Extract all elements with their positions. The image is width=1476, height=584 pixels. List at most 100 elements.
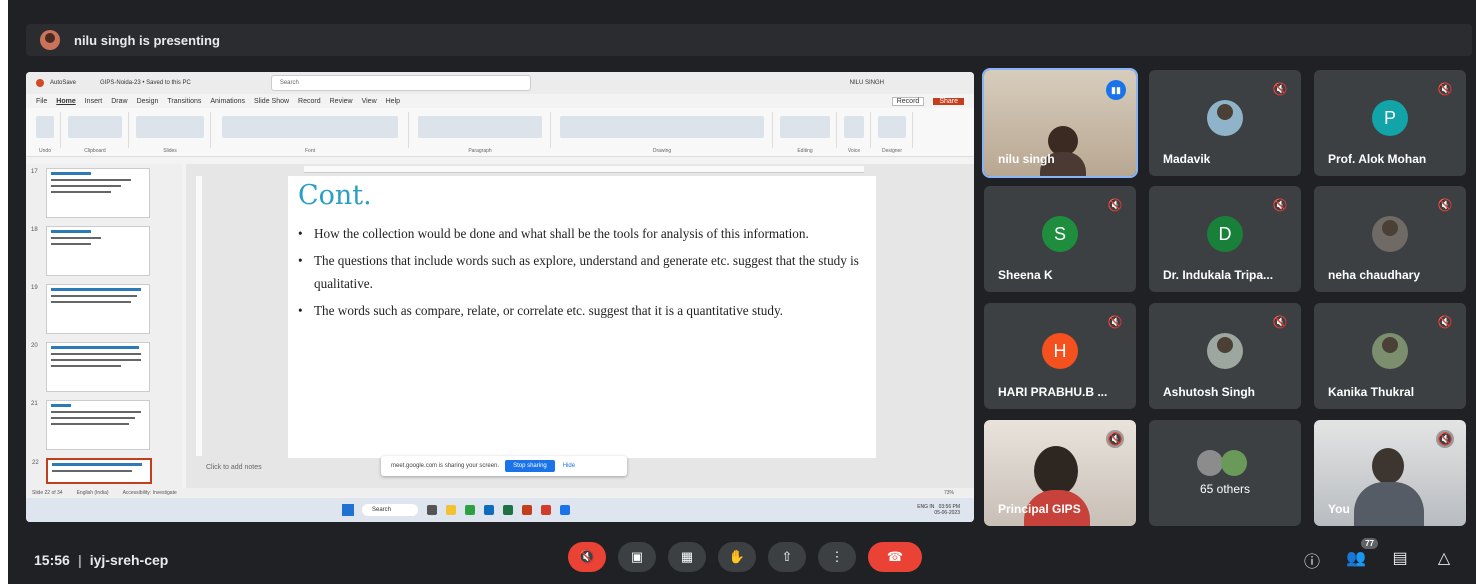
explorer-icon[interactable]	[446, 505, 456, 515]
shared-screen: AutoSave GIPS-Noida-23 • Saved to this P…	[26, 72, 974, 522]
stop-sharing-button[interactable]: Stop sharing	[505, 460, 555, 472]
participant-name: HARI PRABHU.B ...	[998, 385, 1108, 399]
mic-off-icon: 🔇	[1436, 430, 1454, 448]
menu-view[interactable]: View	[362, 98, 377, 105]
menu-record[interactable]: Record	[298, 98, 321, 105]
ribbon-undo[interactable]: Undo	[30, 112, 61, 154]
tile-sheena-k[interactable]: 🔇 S Sheena K	[984, 186, 1136, 292]
current-slide[interactable]: Cont. How the collection would be done a…	[288, 176, 876, 458]
thumb-22[interactable]: 22	[32, 458, 152, 484]
captions-button[interactable]: ▦	[668, 542, 706, 572]
activities-button[interactable]: △	[1434, 548, 1454, 572]
pdf-icon[interactable]	[541, 505, 551, 515]
participant-name: Dr. Indukala Tripa...	[1163, 268, 1274, 282]
windows-start-icon[interactable]	[342, 504, 354, 516]
ribbon-editing[interactable]: Editing	[774, 112, 837, 154]
ribbon-slides[interactable]: Slides	[130, 112, 211, 154]
sharing-bar: meet.google.com is sharing your screen. …	[381, 456, 627, 476]
taskview-icon[interactable]	[427, 505, 437, 515]
participant-count-badge: 77	[1361, 538, 1378, 549]
ribbon-clipboard[interactable]: Clipboard	[62, 112, 129, 154]
bullet-1: How the collection would be done and wha…	[294, 222, 874, 245]
menu-help[interactable]: Help	[386, 98, 400, 105]
ribbon-drawing[interactable]: Drawing	[552, 112, 773, 154]
ribbon-paragraph[interactable]: Paragraph	[410, 112, 551, 154]
people-icon: 👥	[1346, 550, 1366, 567]
tile-prof-alok-mohan[interactable]: 🔇 P Prof. Alok Mohan	[1314, 70, 1466, 176]
participant-name: neha chaudhary	[1328, 268, 1421, 282]
ribbon-voice[interactable]: Voice	[838, 112, 871, 154]
edge-icon[interactable]	[560, 505, 570, 515]
menu-draw[interactable]: Draw	[111, 98, 127, 105]
thumb-19[interactable]: 19	[31, 284, 150, 334]
others-count: 65 others	[1199, 482, 1251, 496]
powerpoint-icon	[36, 79, 44, 87]
horizontal-ruler	[304, 166, 864, 173]
tile-dr-indukala[interactable]: 🔇 D Dr. Indukala Tripa...	[1149, 186, 1301, 292]
meeting-code: iyj-sreh-cep	[89, 552, 169, 568]
phone-hangup-icon: ☎	[886, 549, 904, 564]
menu-transitions[interactable]: Transitions	[167, 98, 201, 105]
participant-name: Madavik	[1163, 152, 1211, 166]
raise-hand-button[interactable]: ✋	[718, 542, 756, 572]
menu-file[interactable]: File	[36, 98, 47, 105]
meet-controls-bar: 15:56 | iyj-sreh-cep 🔇 ▣ ▦ ✋ ⇧ ⋮ ☎ ⓘ 👥 77 ▤…	[8, 534, 1476, 584]
menu-insert[interactable]: Insert	[85, 98, 103, 105]
mail-icon[interactable]	[484, 505, 494, 515]
sharing-message: meet.google.com is sharing your screen.	[391, 463, 500, 469]
mic-off-icon: 🔇	[1272, 82, 1288, 96]
tile-kanika-thukral[interactable]: 🔇 Kanika Thukral	[1314, 303, 1466, 409]
participant-name: Sheena K	[998, 268, 1053, 282]
zoom-level[interactable]: 73%	[944, 490, 954, 496]
thumb-20[interactable]: 20	[31, 342, 150, 392]
menu-slideshow[interactable]: Slide Show	[254, 98, 289, 105]
thumb-21[interactable]: 21	[31, 400, 150, 450]
excel-icon[interactable]	[503, 505, 513, 515]
present-button[interactable]: ⇧	[768, 542, 806, 572]
chrome-icon[interactable]	[465, 505, 475, 515]
present-icon: ⇧	[781, 549, 793, 564]
autosave-label: AutoSave	[50, 80, 77, 86]
speaking-indicator-icon: ▮▮	[1106, 80, 1126, 100]
ribbon-designer[interactable]: Designer	[872, 112, 913, 154]
taskbar-search[interactable]: Search	[362, 504, 418, 516]
share-button[interactable]: Share	[933, 97, 964, 105]
hide-button[interactable]: Hide	[563, 463, 575, 469]
mic-off-icon: 🔇	[1272, 198, 1288, 212]
camera-toggle-button[interactable]: ▣	[618, 542, 656, 572]
ppt-ribbon: Undo Clipboard Slides Font Paragraph Dra…	[26, 108, 974, 157]
mic-toggle-button[interactable]: 🔇	[568, 542, 606, 572]
powerpoint-task-icon[interactable]	[522, 505, 532, 515]
tile-nilu-singh[interactable]: ▮▮ nilu singh	[982, 68, 1138, 178]
tile-principal-gips[interactable]: 🔇 Principal GIPS	[984, 420, 1136, 526]
ribbon-font[interactable]: Font	[212, 112, 409, 154]
menu-home[interactable]: Home	[56, 98, 75, 105]
tile-neha-chaudhary[interactable]: 🔇 neha chaudhary	[1314, 186, 1466, 292]
people-button[interactable]: 👥 77	[1346, 538, 1378, 572]
leave-call-button[interactable]: ☎	[868, 542, 922, 572]
tile-hari-prabhu[interactable]: 🔇 H HARI PRABHU.B ...	[984, 303, 1136, 409]
chat-button[interactable]: ▤	[1390, 548, 1410, 572]
tile-ashutosh-singh[interactable]: 🔇 Ashutosh Singh	[1149, 303, 1301, 409]
ppt-statusbar: Slide 22 of 34 English (India) Accessibi…	[26, 488, 974, 498]
meeting-details-button[interactable]: ⓘ	[1302, 548, 1322, 572]
info-icon: ⓘ	[1303, 554, 1320, 571]
tile-others[interactable]: 65 others	[1149, 420, 1301, 526]
menu-design[interactable]: Design	[137, 98, 159, 105]
tray-language: ENG IN	[917, 504, 935, 510]
tile-madavik[interactable]: 🔇 Madavik	[1149, 70, 1301, 176]
menu-animations[interactable]: Animations	[210, 98, 245, 105]
tile-you[interactable]: 🔇 You	[1314, 420, 1466, 526]
more-options-button[interactable]: ⋮	[818, 542, 856, 572]
thumb-18[interactable]: 18	[31, 226, 150, 276]
menu-review[interactable]: Review	[330, 98, 353, 105]
side-controls: ⓘ 👥 77 ▤ △	[1302, 538, 1454, 572]
mic-off-icon: 🔇	[1272, 315, 1288, 329]
record-button[interactable]: Record	[891, 96, 925, 106]
notes-placeholder[interactable]: Click to add notes	[206, 464, 262, 471]
participant-name: Ashutosh Singh	[1163, 385, 1255, 399]
ppt-search[interactable]: Search	[270, 75, 531, 91]
status-accessibility[interactable]: Accessibility: Investigate	[123, 490, 177, 496]
thumb-17[interactable]: 17	[31, 168, 150, 218]
vertical-ruler	[196, 176, 202, 456]
